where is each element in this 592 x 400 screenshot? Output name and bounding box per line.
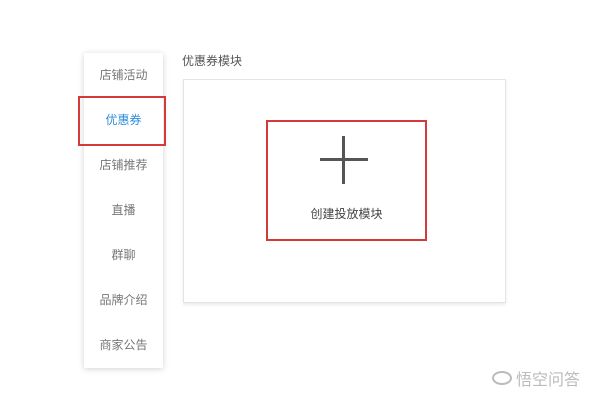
sidebar-item-merchant-notice[interactable]: 商家公告 <box>84 333 163 357</box>
selected-item-highlight <box>78 96 166 146</box>
watermark: 悟空问答 <box>491 366 580 390</box>
sidebar-item-group-chat[interactable]: 群聊 <box>84 243 163 267</box>
create-module-label: 创建投放模块 <box>310 207 383 221</box>
sidebar-item-store-recommendation[interactable]: 店铺推荐 <box>84 153 163 177</box>
sidebar-item-live[interactable]: 直播 <box>84 198 163 222</box>
plus-icon <box>320 136 368 184</box>
sidebar-item-brand-intro[interactable]: 品牌介绍 <box>84 288 163 312</box>
section-title: 优惠券模块 <box>182 54 243 68</box>
sidebar-item-store-activity[interactable]: 店铺活动 <box>84 63 163 87</box>
watermark-text: 悟空问答 <box>515 370 580 389</box>
wukong-logo-icon <box>491 371 512 385</box>
